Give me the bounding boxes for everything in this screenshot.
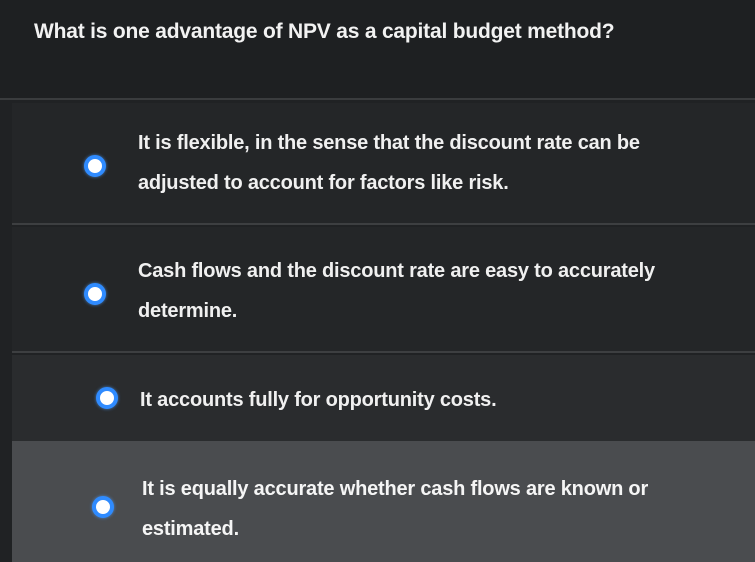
answer-option-2-line-1: Cash flows and the discount rate are eas… bbox=[138, 260, 655, 282]
answer-option-3-text: It accounts fully for opportunity costs. bbox=[140, 380, 750, 420]
answer-option-1-line-1: It is flexible, in the sense that the di… bbox=[138, 132, 640, 154]
quiz-screen: What is one advantage of NPV as a capita… bbox=[0, 0, 755, 562]
answer-option-2[interactable]: Cash flows and the discount rate are eas… bbox=[12, 227, 755, 353]
answer-option-2-line-2: determine. bbox=[138, 300, 238, 322]
question-text: What is one advantage of NPV as a capita… bbox=[34, 20, 615, 43]
radio-button-3[interactable] bbox=[96, 387, 118, 409]
radio-button-1[interactable] bbox=[84, 155, 106, 177]
answer-option-1-text: It is flexible, in the sense that the di… bbox=[138, 123, 748, 203]
answer-option-4[interactable]: It is equally accurate whether cash flow… bbox=[12, 441, 755, 562]
answer-option-1-line-2: adjusted to account for factors like ris… bbox=[138, 172, 509, 194]
radio-button-4[interactable] bbox=[92, 496, 114, 518]
answer-option-2-text: Cash flows and the discount rate are eas… bbox=[138, 251, 748, 331]
answer-option-4-line-1: It is equally accurate whether cash flow… bbox=[142, 478, 649, 500]
answer-option-3[interactable]: It accounts fully for opportunity costs. bbox=[12, 355, 755, 441]
answer-option-4-text: It is equally accurate whether cash flow… bbox=[142, 469, 752, 549]
question-panel: What is one advantage of NPV as a capita… bbox=[0, 0, 755, 100]
answer-option-3-line-1: It accounts fully for opportunity costs. bbox=[140, 389, 497, 411]
answer-option-1[interactable]: It is flexible, in the sense that the di… bbox=[12, 103, 755, 225]
radio-button-2[interactable] bbox=[84, 283, 106, 305]
answer-option-4-line-2: estimated. bbox=[142, 518, 239, 540]
